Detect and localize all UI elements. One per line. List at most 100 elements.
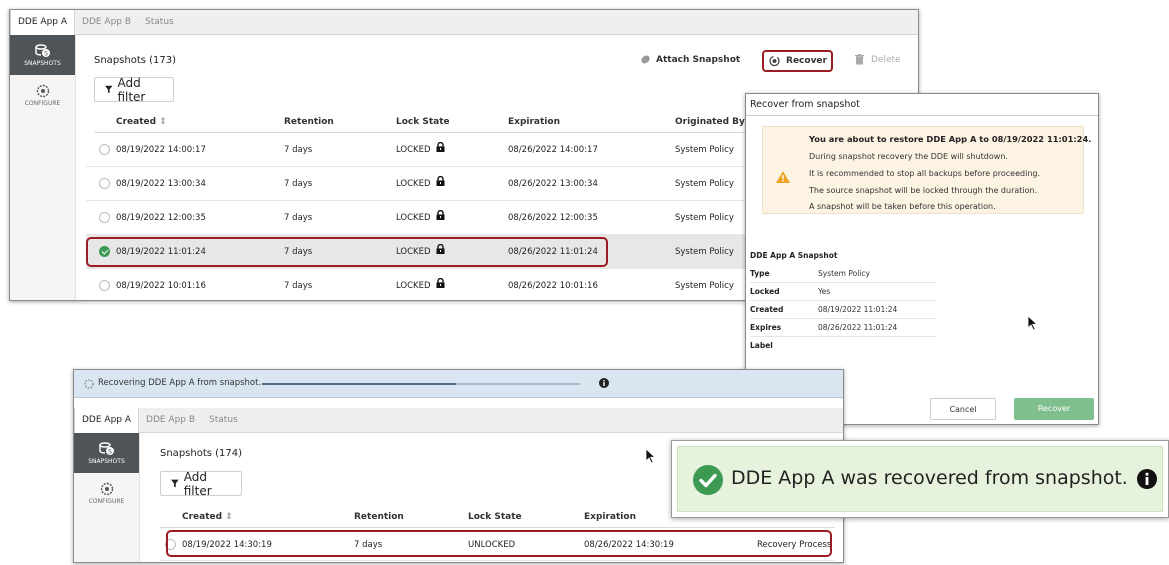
mouse-cursor-icon bbox=[1028, 316, 1038, 331]
warning-line-1: You are about to restore DDE App A to 08… bbox=[809, 134, 1092, 144]
info-icon[interactable] bbox=[599, 378, 609, 388]
cell-lock-state: LOCKED bbox=[396, 145, 431, 155]
delete-label: Delete bbox=[871, 54, 901, 65]
column-retention: Retention bbox=[284, 117, 334, 127]
recover-icon bbox=[769, 55, 780, 67]
column-originated-by: Originated By bbox=[675, 117, 745, 127]
row-radio[interactable] bbox=[99, 178, 110, 189]
cell-expiration: 08/26/2022 13:00:34 bbox=[508, 179, 598, 189]
tab-dde-app-a[interactable]: DDE App A bbox=[10, 10, 76, 35]
field-key: Label bbox=[750, 341, 773, 350]
recover-button[interactable]: Recover bbox=[762, 50, 833, 72]
cell-created: 08/19/2022 14:00:17 bbox=[116, 145, 206, 155]
lock-icon bbox=[436, 210, 445, 220]
filter-icon bbox=[171, 479, 179, 488]
column-lock-state: Lock State bbox=[468, 512, 522, 522]
field-key: Expires bbox=[750, 323, 782, 332]
field-key: Type bbox=[750, 269, 770, 278]
warning-line-2: During snapshot recovery the DDE will sh… bbox=[809, 152, 1008, 161]
mouse-cursor-icon bbox=[646, 449, 656, 464]
cell-expiration: 08/26/2022 12:00:35 bbox=[508, 213, 598, 223]
cell-lock-state: LOCKED bbox=[396, 281, 431, 291]
warning-line-3: It is recommended to stop all backups be… bbox=[809, 169, 1041, 178]
cell-retention: 7 days bbox=[284, 281, 313, 291]
lock-icon bbox=[436, 142, 445, 152]
column-created[interactable]: Created ⇕ bbox=[182, 512, 233, 522]
sidebar-item-snapshots[interactable]: S SNAPSHOTS bbox=[74, 433, 139, 473]
cell-originated-by: System Policy bbox=[675, 247, 734, 257]
column-expiration: Expiration bbox=[508, 117, 560, 127]
field-divider bbox=[750, 282, 936, 283]
cell-retention: 7 days bbox=[284, 179, 313, 189]
sidebar-item-configure[interactable]: CONFIGURE bbox=[74, 473, 139, 513]
snapshots-title: Snapshots (173) bbox=[94, 55, 177, 66]
recover-label: Recover bbox=[786, 56, 827, 66]
cell-lock-state: LOCKED bbox=[396, 179, 431, 189]
dialog-title: Recover from snapshot bbox=[746, 94, 1098, 116]
sidebar-label-configure: CONFIGURE bbox=[88, 497, 125, 505]
field-key: Created bbox=[750, 305, 784, 314]
column-retention: Retention bbox=[354, 512, 404, 522]
cell-expiration: 08/26/2022 10:01:16 bbox=[508, 281, 598, 291]
progress-text: Recovering DDE App A from snapshot. bbox=[98, 378, 262, 388]
field-divider bbox=[750, 336, 936, 337]
cell-expiration: 08/26/2022 14:00:17 bbox=[508, 145, 598, 155]
gear-icon bbox=[100, 482, 113, 495]
column-created[interactable]: Created ⇕ bbox=[116, 117, 167, 127]
field-value: Yes bbox=[818, 287, 831, 296]
sort-icon: ⇕ bbox=[225, 512, 233, 522]
sidebar-item-snapshots[interactable]: S SNAPSHOTS bbox=[10, 35, 75, 75]
row-radio[interactable] bbox=[99, 212, 110, 223]
tab-dde-app-a[interactable]: DDE App A bbox=[74, 408, 140, 433]
lock-icon bbox=[436, 176, 445, 186]
field-value: System Policy bbox=[818, 269, 870, 278]
cell-created: 08/19/2022 10:01:16 bbox=[116, 281, 206, 291]
top-sidebar: S SNAPSHOTS CONFIGURE bbox=[10, 35, 76, 300]
field-divider bbox=[750, 300, 936, 301]
progress-fill bbox=[262, 383, 456, 385]
sidebar-item-configure[interactable]: CONFIGURE bbox=[10, 75, 75, 115]
top-tab-bar: DDE App A DDE App B Status bbox=[10, 10, 918, 35]
field-key: Locked bbox=[750, 287, 780, 296]
warning-line-5: A snapshot will be taken before this ope… bbox=[809, 202, 996, 211]
add-filter-button[interactable]: Add filter bbox=[160, 469, 242, 498]
svg-text:S: S bbox=[108, 448, 112, 455]
cancel-button[interactable]: Cancel bbox=[930, 398, 996, 420]
row-radio[interactable] bbox=[99, 144, 110, 155]
sidebar-label-snapshots: SNAPSHOTS bbox=[88, 457, 125, 465]
attach-snapshot-label: Attach Snapshot bbox=[656, 54, 741, 65]
tab-dde-app-b[interactable]: DDE App B bbox=[75, 10, 138, 35]
tab-status[interactable]: Status bbox=[138, 10, 181, 35]
snapshots-title: Snapshots (174) bbox=[160, 448, 243, 459]
column-created-label: Created bbox=[116, 117, 157, 127]
spinner-icon bbox=[84, 379, 94, 389]
warning-line-4: The source snapshot will be locked throu… bbox=[809, 186, 1038, 195]
info-icon[interactable] bbox=[1137, 469, 1157, 489]
snapshots-icon: S bbox=[98, 441, 114, 455]
cell-originated-by: System Policy bbox=[675, 145, 734, 155]
sort-icon: ⇕ bbox=[159, 117, 167, 127]
row-radio[interactable] bbox=[99, 280, 110, 291]
warning-icon bbox=[776, 171, 790, 183]
gear-icon bbox=[36, 84, 49, 97]
column-expiration: Expiration bbox=[584, 512, 636, 522]
sidebar-label-configure: CONFIGURE bbox=[24, 99, 61, 107]
column-lock-state: Lock State bbox=[396, 117, 450, 127]
new-row-highlight bbox=[166, 530, 832, 557]
tab-status[interactable]: Status bbox=[202, 408, 245, 433]
recovery-progress-bar: Recovering DDE App A from snapshot. bbox=[74, 370, 843, 398]
attach-snapshot-button[interactable]: Attach Snapshot bbox=[640, 54, 740, 65]
delete-button[interactable]: Delete bbox=[855, 54, 901, 65]
add-filter-button[interactable]: Add filter bbox=[94, 76, 174, 104]
svg-text:S: S bbox=[44, 50, 48, 57]
field-value: 08/19/2022 11:01:24 bbox=[818, 305, 898, 314]
cell-retention: 7 days bbox=[284, 145, 313, 155]
bottom-sidebar: S SNAPSHOTS CONFIGURE bbox=[74, 433, 140, 562]
selected-row-highlight bbox=[86, 237, 608, 267]
trash-icon bbox=[855, 54, 864, 65]
snapshot-section-title: DDE App A Snapshot bbox=[750, 251, 838, 260]
add-filter-label: Add filter bbox=[183, 469, 212, 498]
dialog-recover-button[interactable]: Recover bbox=[1014, 398, 1094, 420]
tab-dde-app-b[interactable]: DDE App B bbox=[139, 408, 202, 433]
field-value: 08/26/2022 11:01:24 bbox=[818, 323, 898, 332]
